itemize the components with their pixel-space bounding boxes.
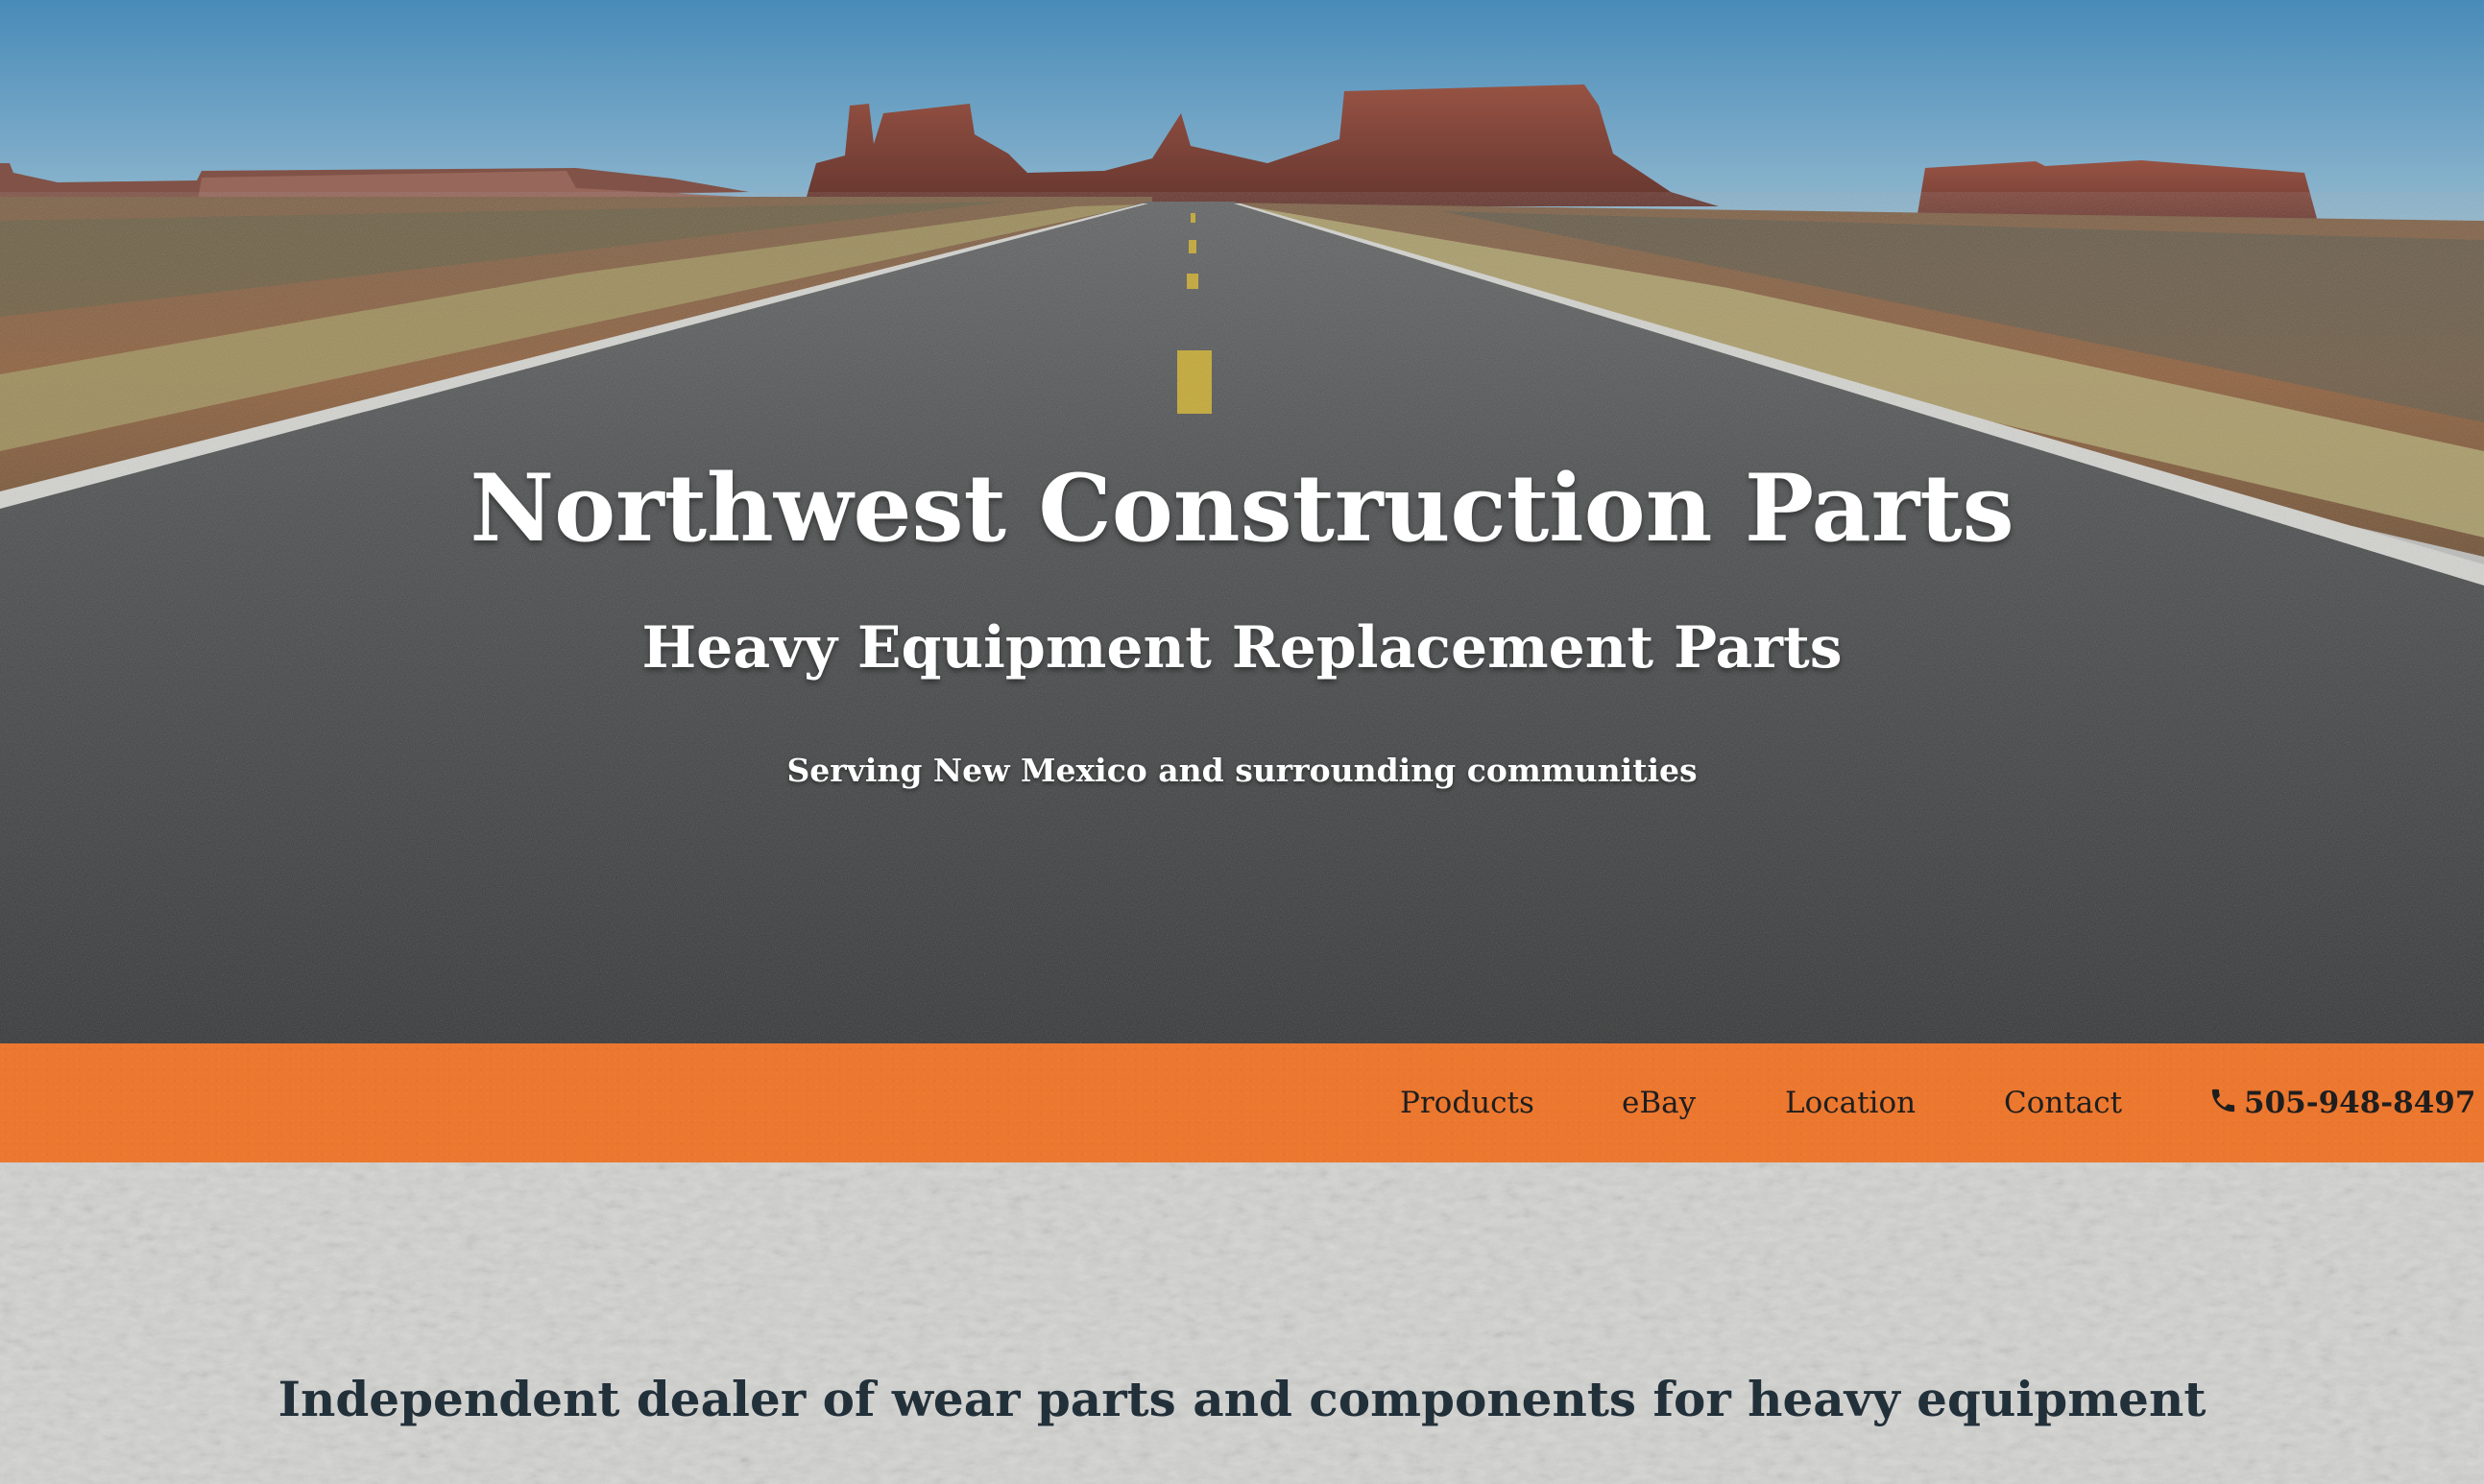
gravel-background-texture	[0, 1162, 2484, 1484]
site-title: Northwest Construction Parts	[470, 454, 2014, 562]
intro-section: Independent dealer of wear parts and com…	[0, 1162, 2484, 1484]
nav-link-ebay[interactable]: eBay	[1622, 1043, 1696, 1162]
intro-heading: Independent dealer of wear parts and com…	[277, 1371, 2207, 1427]
service-area-text: Serving New Mexico and surrounding commu…	[786, 752, 1698, 789]
phone-number: 505-948-8497	[2244, 1086, 2476, 1120]
hero-text-block: Northwest Construction Parts Heavy Equip…	[0, 0, 2484, 1043]
nav-link-contact[interactable]: Contact	[2004, 1043, 2122, 1162]
main-nav-bar: Products eBay Location Contact 505-948-8…	[0, 1043, 2484, 1162]
site-tagline: Heavy Equipment Replacement Parts	[641, 614, 1843, 682]
nav-link-location[interactable]: Location	[1785, 1043, 1916, 1162]
hero-banner: Northwest Construction Parts Heavy Equip…	[0, 0, 2484, 1043]
phone-icon	[2211, 1089, 2235, 1113]
nav-link-products[interactable]: Products	[1400, 1043, 1534, 1162]
nav-link-phone[interactable]: 505-948-8497	[2208, 1043, 2475, 1162]
